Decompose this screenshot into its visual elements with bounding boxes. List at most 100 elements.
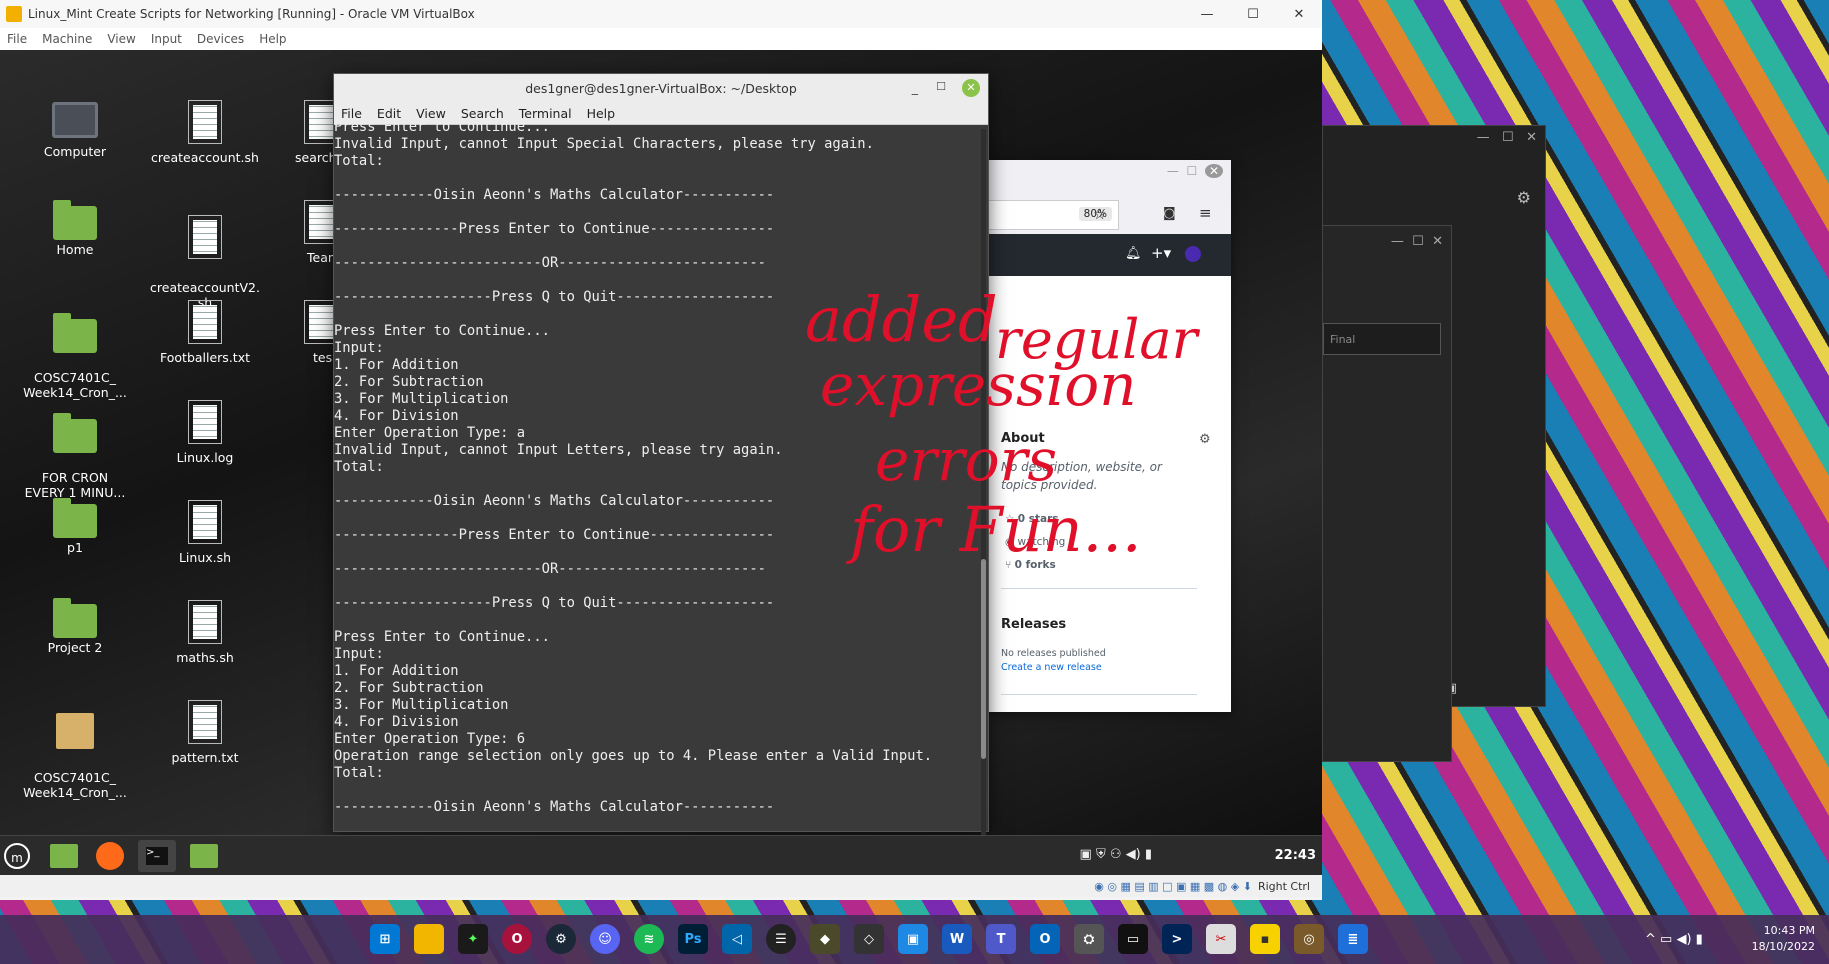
eclipse-icon[interactable]: ☰ <box>766 924 796 954</box>
system-tray-icons[interactable]: ▣ ⛨ ⚇ ◀) ▮ <box>1080 847 1152 862</box>
menu-file[interactable]: File <box>7 32 27 46</box>
maximize-button[interactable]: ☐ <box>1230 0 1276 28</box>
mint-menu-icon[interactable]: m <box>4 843 30 869</box>
menu-devices[interactable]: Devices <box>197 32 244 46</box>
desktop-icon-home[interactable]: Home <box>20 200 130 257</box>
terminal-line: Total: <box>334 153 384 169</box>
folder-task-icon[interactable] <box>190 844 218 868</box>
desktop-icon-team[interactable]: Tean <box>280 200 340 265</box>
menu-help[interactable]: Help <box>259 32 286 46</box>
terminal-line: Enter Operation Type: 6 <box>334 731 526 747</box>
sticky-notes-icon[interactable]: ▪ <box>1250 924 1280 954</box>
desktop-icon-linux-log[interactable]: Linux.log <box>150 400 260 465</box>
folder-icon <box>53 413 97 453</box>
guest-taskbar: m >_ ▣ ⛨ ⚇ ◀) ▮ 22:43 <box>0 835 1322 876</box>
guest-clock[interactable]: 22:43 <box>1275 848 1316 863</box>
dark-window-front: — ☐ ✕ Final <box>1322 225 1452 762</box>
outlook-icon[interactable]: O <box>1030 924 1060 954</box>
notepad-icon[interactable]: ≣ <box>1338 924 1368 954</box>
menu-machine[interactable]: Machine <box>42 32 92 46</box>
desktop-icon-computer[interactable]: Computer <box>20 102 130 159</box>
host-key-label: Right Ctrl <box>1257 879 1310 893</box>
desktop-icon-project2[interactable]: Project 2 <box>20 598 130 655</box>
desktop-icon-p1[interactable]: p1 <box>20 498 130 555</box>
bell-icon[interactable]: 🔔︎ <box>1125 246 1142 261</box>
host-clock[interactable]: 10:43 PM 18/10/2022 <box>1740 923 1815 955</box>
annotation-errors: errors <box>875 426 1058 494</box>
terminal-close-button[interactable]: ✕ <box>962 79 980 97</box>
razer-icon[interactable]: ✦ <box>458 924 488 954</box>
photoshop-icon[interactable]: Ps <box>678 924 708 954</box>
desktop-icon-label: Footballers.txt <box>160 350 250 365</box>
terminal-line: 3. For Multiplication <box>334 697 509 713</box>
file-explorer-icon[interactable] <box>414 924 444 954</box>
terminal-host-icon[interactable]: ▭ <box>1118 924 1148 954</box>
discord-icon[interactable]: ☺ <box>590 924 620 954</box>
scrollbar-thumb[interactable] <box>981 559 986 759</box>
tray-icons[interactable]: ^ ▭ ◀) ▮ <box>1645 932 1703 947</box>
unity-icon[interactable]: ◇ <box>854 924 884 954</box>
steam-icon[interactable]: ⚙ <box>546 924 576 954</box>
terminal-title: des1gner@des1gner-VirtualBox: ~/Desktop <box>525 80 797 96</box>
desktop-icon-label: Project 2 <box>47 640 103 655</box>
dark-window-controls: — ☐ ✕ <box>1476 130 1537 145</box>
bookmark-star-icon[interactable]: ☆ <box>1093 205 1106 223</box>
minimize-button[interactable]: — <box>1184 0 1230 28</box>
desktop-icon-tes[interactable]: tes <box>280 300 340 365</box>
desktop-icon-label: FOR CRON EVERY 1 MINU... <box>24 470 126 500</box>
vscode-icon[interactable]: ◁ <box>722 924 752 954</box>
github-header: 🔔︎ +▾ <box>985 234 1231 276</box>
terminal-line: ------------Oisin Aeonn's Maths Calculat… <box>334 799 775 815</box>
vbox-device-icons[interactable]: ◉ ◎ ▦ ▤ ▥ □ ▣ ▦ ▩ ◍ ◈ ⬇ <box>1094 880 1252 893</box>
annotation-expression: expression <box>820 351 1137 419</box>
terminal-line: Operation range selection only goes up t… <box>334 748 933 764</box>
text-file-icon <box>188 100 222 144</box>
create-release-link[interactable]: Create a new release <box>1001 662 1102 673</box>
terminal-line: Press Enter to Continue... <box>334 119 550 135</box>
terminal-line: Input: <box>334 646 384 662</box>
files-icon[interactable] <box>50 844 78 868</box>
teams-icon[interactable]: T <box>986 924 1016 954</box>
pocket-icon[interactable]: ◙ <box>1163 206 1176 221</box>
desktop-icon-cron-archive[interactable]: COSC7401C_ Week14_Cron_... <box>20 698 130 815</box>
word-icon[interactable]: W <box>942 924 972 954</box>
spotify-icon[interactable]: ≋ <box>634 924 664 954</box>
desktop-icon-label: Linux.log <box>176 450 234 465</box>
desktop-icon-linux-sh[interactable]: Linux.sh <box>150 500 260 565</box>
powershell-icon[interactable]: > <box>1162 924 1192 954</box>
start-button-icon[interactable]: ⊞ <box>370 924 400 954</box>
close-button[interactable]: ✕ <box>1276 0 1322 28</box>
desktop-icon-cron-folder[interactable]: COSC7401C_ Week14_Cron_... <box>20 300 130 415</box>
menu-input[interactable]: Input <box>151 32 182 46</box>
terminal-line: -------------------------OR-------------… <box>334 255 766 271</box>
desktop-icon-createaccount[interactable]: createaccount.sh <box>150 100 260 165</box>
avatar[interactable] <box>1185 246 1201 262</box>
virtualbox-task-icon[interactable]: ▣ <box>898 924 928 954</box>
desktop-icon-footballers[interactable]: Footballers.txt <box>150 300 260 365</box>
terminal-task-icon[interactable]: >_ <box>138 840 176 872</box>
terminal-line: 4. For Division <box>334 714 459 730</box>
network-tool-icon[interactable]: ⛭ <box>1074 924 1104 954</box>
desktop-icon-pattern[interactable]: pattern.txt <box>150 700 260 765</box>
terminal-minimize-button[interactable]: _ <box>912 80 918 95</box>
terminal-line: Invalid Input, cannot Input Special Char… <box>334 136 874 152</box>
game-icon[interactable]: ◎ <box>1294 924 1324 954</box>
settings-gear-icon[interactable]: ⚙ <box>1517 188 1531 207</box>
text-file-icon <box>188 500 222 544</box>
about-gear-icon[interactable]: ⚙ <box>1199 432 1211 447</box>
terminal-maximize-button[interactable]: ☐ <box>936 80 946 93</box>
computer-icon <box>52 102 98 138</box>
dark-input-field[interactable]: Final <box>1323 323 1441 355</box>
snipping-tool-icon[interactable]: ✂ <box>1206 924 1236 954</box>
desktop-icon-search[interactable]: search <box>280 100 340 165</box>
hamburger-menu-icon[interactable]: ≡ <box>1199 204 1212 222</box>
opera-icon[interactable]: O <box>502 924 532 954</box>
plus-icon[interactable]: +▾ <box>1151 244 1171 262</box>
desktop-icon-for-cron[interactable]: FOR CRON EVERY 1 MINU... <box>20 400 130 515</box>
app-icon[interactable]: ◆ <box>810 924 840 954</box>
menu-view[interactable]: View <box>107 32 135 46</box>
desktop-icon-maths-sh[interactable]: maths.sh <box>150 600 260 665</box>
firefox-icon[interactable] <box>96 842 124 870</box>
